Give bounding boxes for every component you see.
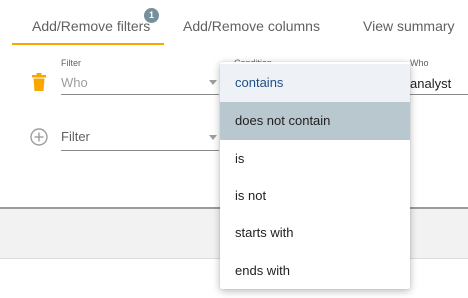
value-field-label: Who [410,58,429,68]
new-filter-field[interactable]: Filter [61,129,90,144]
value-field-underline [410,94,468,95]
plus-circle-icon[interactable] [30,128,48,146]
condition-dropdown-menu: contains does not contain is is not star… [220,62,410,289]
option-does-not-contain[interactable]: does not contain [220,102,410,140]
option-is[interactable]: is [220,140,410,178]
tab-add-remove-columns[interactable]: Add/Remove columns [183,18,320,34]
filter-field-label: Filter [61,58,81,68]
filter-field-underline [61,94,219,95]
tab-add-remove-filters[interactable]: Add/Remove filters [32,18,150,34]
new-filter-underline [61,150,219,151]
option-ends-with[interactable]: ends with [220,252,410,290]
option-contains[interactable]: contains [220,64,410,102]
option-starts-with[interactable]: starts with [220,214,410,252]
tab-view-summary[interactable]: View summary [363,18,455,34]
active-tab-indicator [12,43,164,45]
tab-bar: Add/Remove filters 1 Add/Remove columns … [0,0,468,46]
chevron-down-icon[interactable] [209,135,217,140]
chevron-down-icon[interactable] [209,80,217,85]
value-field-input[interactable]: analyst [410,76,451,91]
filter-field-value[interactable]: Who [61,75,88,90]
filter-count-badge: 1 [144,8,159,23]
option-is-not[interactable]: is not [220,177,410,215]
trash-icon[interactable] [32,73,46,91]
